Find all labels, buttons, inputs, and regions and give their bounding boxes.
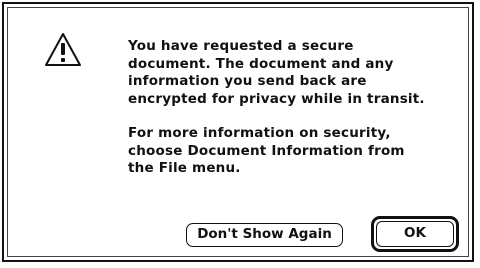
message-paragraph-secure-document: You have requested a secure document. Th… — [128, 38, 425, 107]
warning-icon — [45, 33, 81, 66]
dont-show-again-button[interactable]: Don't Show Again — [186, 223, 343, 247]
ok-button[interactable]: OK — [376, 221, 454, 247]
message-text: You have requested a secure document. Th… — [128, 38, 468, 178]
message-paragraph-more-info: For more information on security, choose… — [128, 125, 405, 176]
